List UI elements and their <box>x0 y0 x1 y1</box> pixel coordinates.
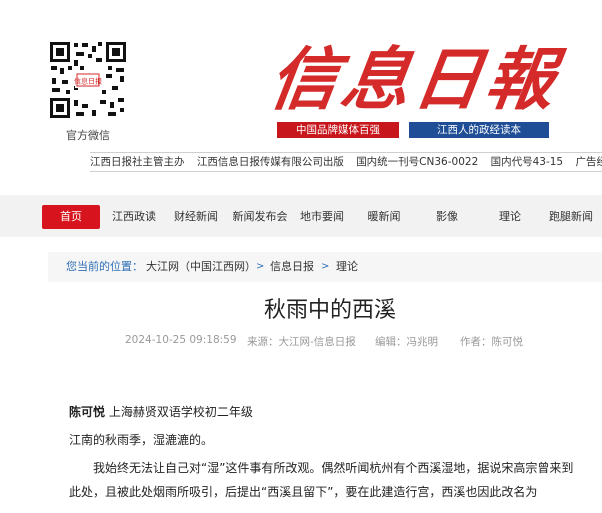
qr-caption: 官方微信 <box>66 129 110 142</box>
pubinfo-item: 江西日报社主管主办 <box>90 156 185 168</box>
author-name: 陈可悦 <box>69 405 106 419</box>
article-editor: 编辑：冯兆明 <box>375 336 438 348</box>
breadcrumb-prefix: 您当前的位置： <box>66 260 143 273</box>
author-school: 上海赫贤双语学校初二年级 <box>108 405 253 419</box>
article-paragraph: 我始终无法让自己对“湿”这件事有所改观。偶然听闻杭州有个西溪湿地，据说宋高宗曾来… <box>69 461 574 499</box>
svg-text:信息日报: 信息日报 <box>74 77 102 86</box>
nav-item-home[interactable]: 首页 <box>42 205 100 229</box>
article-title: 秋雨中的西溪 <box>263 298 396 323</box>
nav-item-warm-news[interactable]: 暖新闻 <box>366 205 402 229</box>
nav-item-errand-news[interactable]: 跑腿新闻 <box>546 205 596 229</box>
nav-item-press-conference[interactable]: 新闻发布会 <box>230 205 290 229</box>
author-byline: 陈可悦 上海赫贤双语学校初二年级 <box>69 400 589 424</box>
nav-item-city-news[interactable]: 地市要闻 <box>298 205 346 229</box>
slogan-right: 江西人的政经读本 <box>409 122 549 138</box>
breadcrumb-link-xinxi-daily[interactable]: 信息日报 <box>270 252 314 282</box>
nav-item-finance[interactable]: 财经新闻 <box>170 205 222 229</box>
nav-item-jiangxi-politics[interactable]: 江西政读 <box>110 205 158 229</box>
qr-code-icon: 信息日报 <box>48 40 128 120</box>
article-paragraph: 江南的秋雨季，湿漉漉的。 <box>69 433 214 447</box>
breadcrumb-link-dajiang[interactable]: 大江网（中国江西网） <box>146 252 256 282</box>
newspaper-logo: 信息日報 <box>264 40 563 120</box>
article-author: 作者：陈可悦 <box>460 336 523 348</box>
masthead-title: 信息日報 <box>264 40 564 120</box>
article-source: 来源：大江网-信息日报 <box>247 336 356 348</box>
pubinfo-item: 江西信息日报传媒有限公司出版 <box>196 156 344 168</box>
breadcrumb-separator: > <box>321 261 330 272</box>
nav-item-theory[interactable]: 理论 <box>496 205 524 229</box>
main-nav: 首页 江西政读 财经新闻 新闻发布会 地市要闻 暖新闻 影像 理论 跑腿新闻 <box>0 195 602 237</box>
breadcrumb: 您当前的位置： 大江网（中国江西网） > 信息日报 > 理论 <box>48 252 602 282</box>
publication-info-bar: 江西日报社主管主办 江西信息日报传媒有限公司出版 国内统一刊号CN36-0022… <box>90 152 602 172</box>
pubinfo-item: 国内统一刊号CN36-0022 <box>356 156 479 168</box>
breadcrumb-separator: > <box>256 261 265 272</box>
nav-item-images[interactable]: 影像 <box>432 205 462 229</box>
article-datetime: 2024-10-25 09:18:59 <box>125 334 237 346</box>
breadcrumb-link-theory[interactable]: 理论 <box>336 252 358 282</box>
slogan-left: 中国品牌媒体百强 <box>277 122 399 138</box>
pubinfo-item: 国内代号43-15 <box>490 156 564 168</box>
pubinfo-item: 广告经 <box>575 156 602 168</box>
site-header: 信息日报 官方微信 信息日報 中国品牌媒体百强 江西人的政经读本 江西日报社主管… <box>0 0 602 185</box>
